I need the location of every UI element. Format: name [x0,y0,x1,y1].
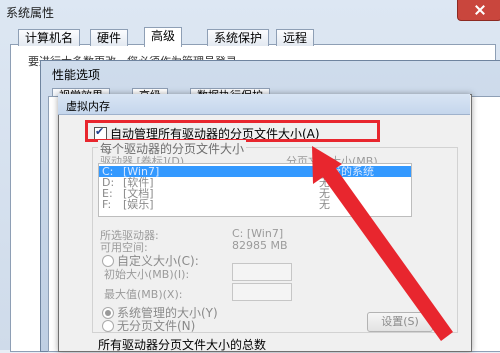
max-size-label: 最大值(MB)(X): [104,288,183,301]
virtual-memory-titlebar [58,94,470,115]
free-space-value: 82985 MB [232,239,288,252]
drive-label: [娱乐] [123,198,154,211]
set-button[interactable]: 设置(S) [367,312,433,332]
tab-advanced[interactable]: 高级 [144,27,183,47]
no-paging-radio[interactable] [102,320,114,332]
tab-system-protection[interactable]: 系统保护 [207,29,270,46]
tab-hardware[interactable]: 硬件 [90,29,129,46]
drive-list[interactable]: C: [Win7] 托管的系统 D: [软件] 无 E: [文档] 无 F: [… [98,163,412,217]
total-paging-title: 所有驱动器分页文件大小的总数 [98,338,267,352]
system-managed-radio[interactable] [102,307,114,319]
performance-options-title: 性能选项 [52,68,101,82]
initial-size-label: 初始大小(MB)(I): [104,268,190,281]
max-size-input[interactable] [232,283,292,301]
drive-paging: 无 [319,198,330,211]
virtual-memory-title: 虚拟内存 [66,100,110,113]
drive-row-f[interactable]: F: [娱乐] 无 [99,199,411,210]
initial-size-input[interactable] [232,263,292,281]
close-button[interactable] [457,0,500,21]
annotation-highlight-box [85,120,380,142]
system-properties-title: 系统属性 [6,6,55,20]
tab-remote[interactable]: 远程 [276,29,315,46]
tab-computer-name[interactable]: 计算机名 [18,29,81,46]
no-paging-label[interactable]: 无分页文件(N) [117,317,195,334]
drive-letter: F: [102,198,112,211]
